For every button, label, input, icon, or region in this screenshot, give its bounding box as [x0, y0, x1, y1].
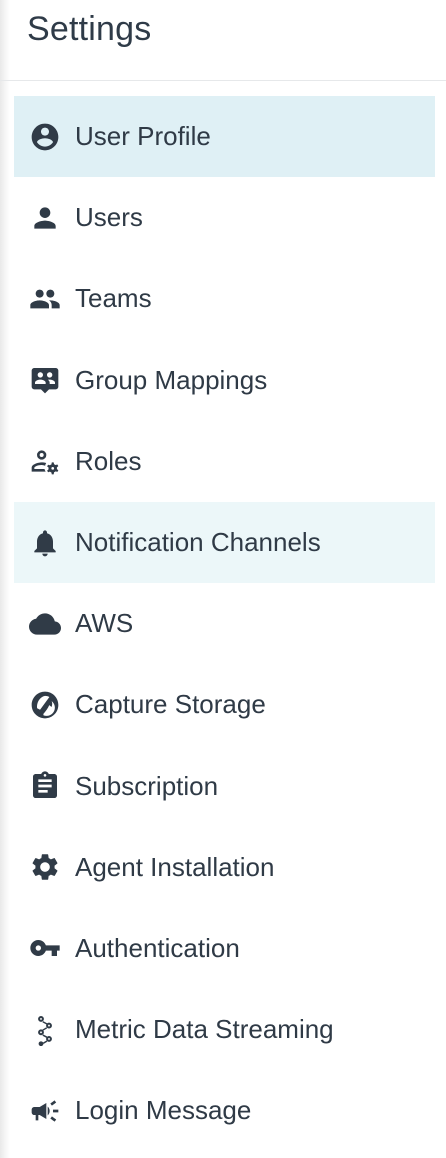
nav-item-label: Roles — [75, 445, 142, 476]
nav-item-label: Login Message — [75, 1095, 252, 1126]
account-circle-icon — [28, 120, 62, 154]
nav-item-label: Capture Storage — [75, 689, 266, 720]
nav-item-label: Teams — [75, 283, 152, 314]
streaming-icon — [28, 1013, 62, 1047]
nav-item-roles[interactable]: Roles — [14, 421, 435, 502]
key-icon — [28, 931, 62, 965]
storage-icon — [28, 688, 62, 722]
cloud-icon — [28, 607, 62, 641]
bell-icon — [28, 526, 62, 560]
nav-item-label: Subscription — [75, 770, 219, 801]
nav-item-authentication[interactable]: Authentication — [14, 908, 435, 989]
user-gear-icon — [28, 444, 62, 478]
nav-item-label: AWS — [75, 608, 134, 639]
nav-item-label: Group Mappings — [75, 364, 268, 395]
nav-item-label: Metric Data Streaming — [75, 1014, 334, 1045]
nav-item-user-profile[interactable]: User Profile — [14, 96, 435, 178]
gear-icon — [28, 850, 62, 884]
nav-item-teams[interactable]: Teams — [14, 258, 435, 339]
nav-item-label: Agent Installation — [75, 851, 275, 882]
person-icon — [28, 201, 62, 235]
nav-item-notification-channels[interactable]: Notification Channels — [14, 501, 435, 584]
nav-item-group-mappings[interactable]: Group Mappings — [14, 340, 435, 421]
nav-item-label: Authentication — [75, 932, 240, 963]
nav-item-label: Users — [75, 202, 143, 233]
nav-item-agent-installation[interactable]: Agent Installation — [14, 827, 435, 908]
nav-item-metric-data-streaming[interactable]: Metric Data Streaming — [14, 989, 435, 1070]
nav-item-aws[interactable]: AWS — [14, 583, 435, 664]
nav-item-users[interactable]: Users — [14, 177, 435, 258]
megaphone-icon — [28, 1094, 62, 1128]
nav-item-capture-storage[interactable]: Capture Storage — [14, 664, 435, 745]
sidebar-shadow — [0, 0, 10, 1158]
clipboard-icon — [28, 769, 62, 803]
nav-item-label: User Profile — [75, 121, 211, 152]
settings-header: Settings — [0, 0, 446, 81]
nav-item-label: Notification Channels — [75, 527, 321, 558]
settings-nav: User Profile Users Teams Group Mappings … — [14, 96, 435, 1151]
page-title: Settings — [27, 10, 152, 48]
nav-item-subscription[interactable]: Subscription — [14, 746, 435, 827]
nav-item-login-message[interactable]: Login Message — [14, 1070, 435, 1151]
people-icon — [28, 282, 62, 316]
group-mapping-icon — [28, 363, 62, 397]
